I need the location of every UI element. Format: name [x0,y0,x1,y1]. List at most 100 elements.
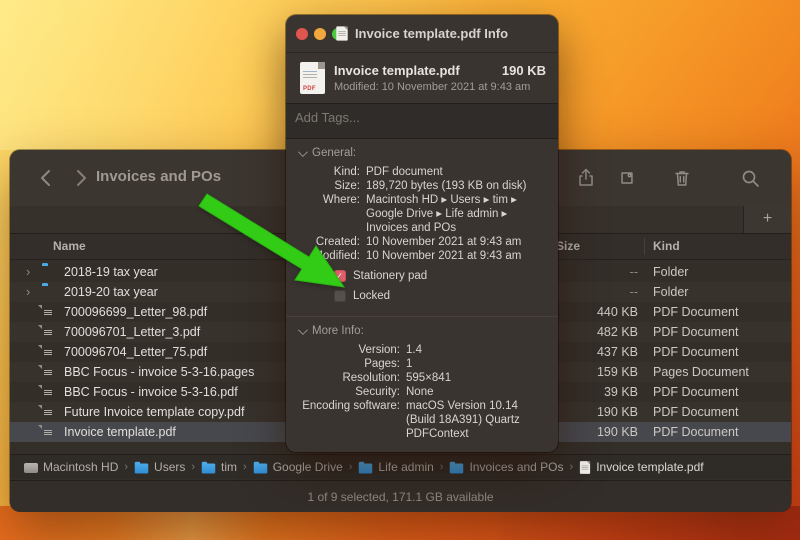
info-title-bar[interactable]: Invoice template.pdf Info [286,15,558,53]
where-value: Macintosh HD ▸ Users ▸ tim ▸ Google Driv… [366,193,546,235]
column-header-size[interactable]: Size [556,239,580,253]
file-name: 700096699_Letter_98.pdf [64,302,207,322]
file-size: 482 KB [597,322,638,342]
file-name: 700096701_Letter_3.pdf [64,322,200,342]
general-section-header[interactable]: General: [298,147,546,159]
back-button[interactable] [32,165,58,191]
path-item-macintosh-hd[interactable]: Macintosh HD [24,460,118,474]
file-size: 437 KB [597,342,638,362]
pdf-file-icon-large: PDF [300,62,325,94]
path-bar: Macintosh HD › Users › tim › Google Driv… [10,454,791,479]
info-modified-line: Modified: 10 November 2021 at 9:43 am [334,81,530,93]
version-label: Version: [298,343,400,357]
trash-button[interactable] [670,166,694,190]
kind-value: PDF document [366,165,546,179]
more-info-section-header[interactable]: More Info: [298,325,546,337]
path-separator: › [243,461,247,473]
path-separator: › [349,461,353,473]
file-name: Future Invoice template copy.pdf [64,402,244,422]
stationery-pad-row[interactable]: Stationery pad [334,269,546,283]
disclosure-chevron-icon[interactable]: › [26,282,38,302]
locked-row[interactable]: Locked [334,289,546,303]
column-header-kind[interactable]: Kind [653,239,680,253]
path-separator: › [124,461,128,473]
file-size: 190 KB [597,402,638,422]
search-icon [740,168,760,188]
column-divider[interactable] [644,238,645,255]
search-button[interactable] [738,166,762,190]
close-button[interactable] [296,28,308,40]
kind-label: Kind: [298,165,360,179]
file-name: 700096704_Letter_75.pdf [64,342,207,362]
version-value: 1.4 [406,343,546,357]
pages-label: Pages: [298,357,400,371]
security-label: Security: [298,385,400,399]
file-size: 159 KB [597,362,638,382]
window-title: Invoices and POs [96,168,221,185]
file-size: -- [630,282,638,302]
path-item-google-drive[interactable]: Google Drive [253,460,343,474]
path-item-invoices-and-pos[interactable]: Invoices and POs [449,460,563,474]
share-icon [576,168,596,188]
path-item-life-admin[interactable]: Life admin [358,460,433,474]
chevron-down-icon [298,325,308,335]
size-label: Size: [298,179,360,193]
column-header-name[interactable]: Name [53,239,86,253]
path-item-tim[interactable]: tim [201,460,237,474]
path-item-users[interactable]: Users [134,460,185,474]
more-info-section: More Info: Version: 1.4 Pages: 1 Resolut… [286,317,558,447]
where-label: Where: [298,193,360,235]
file-name: 2018-19 tax year [64,262,158,282]
document-proxy-icon [336,26,347,40]
folder-icon [202,463,216,473]
file-kind: PDF Document [653,382,738,402]
path-separator: › [440,461,444,473]
add-tab-button[interactable]: + [743,206,791,233]
created-label: Created: [298,235,360,249]
file-name: Invoice template.pdf [64,422,176,442]
tag-icon [617,168,637,188]
pages-value: 1 [406,357,546,371]
file-name: BBC Focus - invoice 5-3-16.pdf [64,382,238,402]
get-info-panel: Invoice template.pdf Info PDF Invoice te… [286,15,558,452]
file-kind: Folder [653,262,688,282]
path-separator: › [191,461,195,473]
encoding-software-value: macOS Version 10.14 (Build 18A391) Quart… [406,399,546,441]
tags-input[interactable]: Add Tags... [286,103,558,139]
file-kind: Folder [653,282,688,302]
folder-icon [253,463,267,473]
file-kind: PDF Document [653,402,738,422]
path-item-invoice-template-pdf[interactable]: Invoice template.pdf [579,460,703,475]
share-button[interactable] [574,166,598,190]
stationery-pad-checkbox[interactable] [334,270,346,282]
minimize-button[interactable] [314,28,326,40]
info-file-name: Invoice template.pdf [334,63,460,78]
size-value: 189,720 bytes (193 KB on disk) [366,179,546,193]
resolution-label: Resolution: [298,371,400,385]
info-file-size: 190 KB [502,63,546,78]
forward-button[interactable] [68,165,94,191]
general-section: General: Kind: PDF document Size: 189,72… [286,139,558,309]
trash-icon [672,168,692,188]
file-size: 39 KB [604,382,638,402]
locked-checkbox[interactable] [334,290,346,302]
info-window-title: Invoice template.pdf Info [355,26,508,41]
file-kind: Pages Document [653,362,749,382]
encoding-software-label: Encoding software: [298,399,400,441]
file-name: BBC Focus - invoice 5-3-16.pages [64,362,254,382]
folder-icon [450,463,464,473]
file-kind: PDF Document [653,342,738,362]
folder-icon [359,463,373,473]
file-kind: PDF Document [653,302,738,322]
info-file-header: PDF Invoice template.pdf 190 KB Modified… [286,53,558,101]
pdf-badge: PDF [303,86,316,92]
disclosure-chevron-icon[interactable]: › [26,262,38,282]
tag-button[interactable] [615,166,639,190]
stationery-pad-label: Stationery pad [353,269,427,283]
chevron-down-icon [298,147,308,157]
status-text: 1 of 9 selected, 171.1 GB available [307,490,493,504]
security-value: None [406,385,546,399]
tags-placeholder: Add Tags... [295,110,360,125]
drive-icon [24,463,38,473]
file-size: 440 KB [597,302,638,322]
